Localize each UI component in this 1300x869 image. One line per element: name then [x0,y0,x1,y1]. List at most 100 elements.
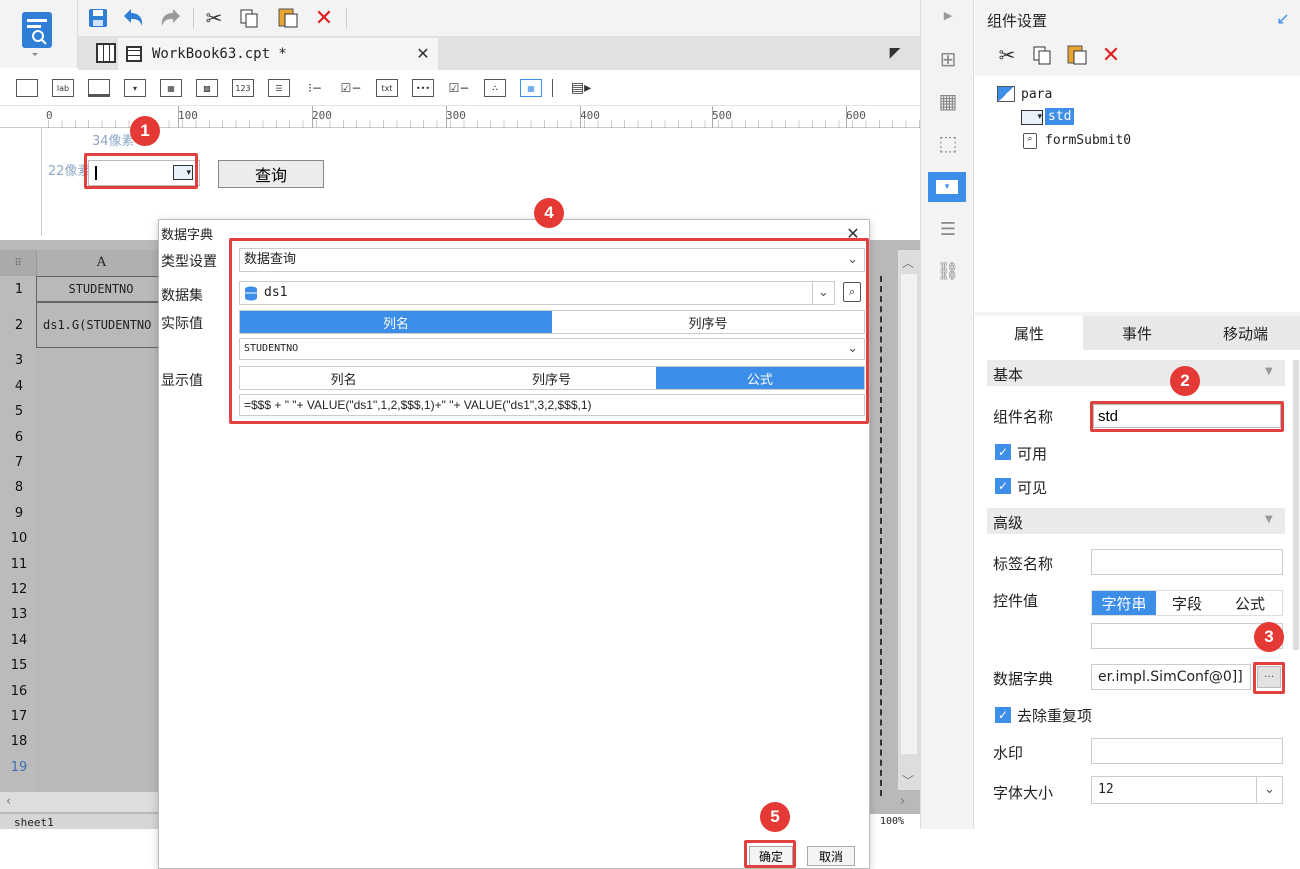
password-widget-icon[interactable]: ••• [412,79,434,97]
expand-arrow-icon[interactable]: ▶ [941,8,955,22]
tag-input[interactable] [1091,549,1283,575]
panel-copy-icon[interactable] [1031,44,1053,66]
row-number: 1 [14,282,24,297]
cv-tab-formula[interactable]: 公式 [1218,591,1282,615]
checkbox-widget-icon[interactable]: ☑− [448,79,470,97]
toolbar-divider [193,8,194,28]
panel-delete-icon[interactable]: ✕ [1099,42,1123,68]
redo-icon[interactable] [158,6,184,30]
highlight-combo [84,153,198,189]
label-widget-icon[interactable] [16,79,38,97]
zoom-level[interactable]: 100% [880,816,904,827]
dialog-title: 数据字典 [161,228,214,243]
section-basic[interactable]: 基本 ▼ [987,360,1285,386]
number-widget-icon[interactable]: 123 [232,79,254,97]
section-advanced[interactable]: 高级 ▼ [987,508,1285,534]
corner-cell[interactable]: ⠿ [0,250,36,276]
panel-cut-icon[interactable]: ✂ [995,42,1019,68]
highlight-dialog-settings [229,238,869,424]
table-tree-icon[interactable]: ▦ [520,79,542,97]
textarea-widget-icon[interactable]: ☰ [268,79,290,97]
component-tree: para ▾ std ⌕ formSubmit0 [975,76,1300,312]
para-icon [997,86,1015,102]
scroll-up-icon[interactable]: ︿ [902,254,914,271]
type-label: 类型设置 [161,254,217,270]
delete-icon[interactable]: ✕ [312,5,336,31]
text-widget-icon[interactable]: txt [376,79,398,97]
watermark-input[interactable] [1091,738,1283,764]
row-number: 19 [10,760,28,775]
close-tab-icon[interactable]: ✕ [414,44,432,63]
scroll-right-icon[interactable]: › [900,794,905,809]
checkbox-group-icon[interactable]: ☑− [340,79,362,97]
vertical-scrollbar[interactable]: ︿ ﹀ [898,250,920,790]
step-badge-2: 2 [1170,366,1200,396]
width-hint: 34像素 [92,134,135,149]
row-number: 5 [14,404,24,419]
paste-icon[interactable] [276,5,300,29]
combo-settings-icon[interactable]: ▾ [928,172,966,202]
row-number: 18 [10,734,28,749]
tab-properties[interactable]: 属性 [975,316,1083,350]
select-chevron-icon: ⌄ [1256,777,1282,803]
date-widget-icon[interactable]: ▦ [160,79,182,97]
collapse-panel-icon[interactable]: ↙ [1273,8,1293,28]
cut-icon[interactable]: ✂ [202,5,226,31]
section-advanced-title: 高级 [993,514,1024,532]
panel-paste-icon[interactable] [1065,42,1089,66]
save-icon[interactable] [86,6,110,30]
layout-icon[interactable]: ⊞ [936,47,960,71]
grid-view-icon[interactable] [96,43,116,63]
side-strip: ▶ [920,0,974,829]
tree-node-para[interactable]: para [1021,87,1052,102]
tab-mobile[interactable]: 移动端 [1191,316,1300,350]
button-widget-icon[interactable] [88,79,110,97]
cv-tab-string[interactable]: 字符串 [1092,591,1156,615]
widget-library-icon[interactable]: ▦ [936,89,960,113]
tree-node-formsubmit[interactable]: formSubmit0 [1045,133,1131,148]
undo-icon[interactable] [120,6,146,30]
dedupe-checkbox[interactable]: ✓ [995,707,1011,723]
query-button[interactable]: 查询 [218,160,324,188]
combo-widget-icon[interactable]: ▾ [124,79,146,97]
font-size-select[interactable]: 12 ⌄ [1091,776,1283,804]
ruler-mark: 100 [178,109,198,122]
tab-events[interactable]: 事件 [1083,316,1191,350]
visible-checkbox[interactable]: ✓ [995,478,1011,494]
list-settings-icon[interactable]: ☰ [936,218,960,240]
lab-widget-icon[interactable]: lab [52,79,74,97]
tab-menu-icon[interactable]: ◤ [886,44,904,62]
scroll-left-icon[interactable]: ‹ [6,794,11,809]
cancel-button[interactable]: 取消 [807,846,855,866]
scroll-down-icon[interactable]: ﹀ [902,772,914,789]
sheet-tab[interactable]: sheet1 [14,816,54,829]
tree-widget-icon[interactable]: ⛬ [484,79,506,97]
column-header-a[interactable]: A [36,250,166,276]
row-number: 4 [14,379,24,394]
more-widgets-icon[interactable]: ▤▸ [566,79,596,97]
document-tab[interactable]: WorkBook63.cpt * ✕ [118,38,438,70]
horizontal-scrollbar[interactable]: ‹ [0,792,160,812]
cell-a1[interactable]: STUDENTNO [36,276,166,302]
row-number: 16 [10,684,28,699]
dict-value: er.impl.SimConf@0]] [1091,664,1251,690]
report-logo-icon [22,12,52,56]
cv-tab-field[interactable]: 字段 [1156,591,1218,615]
watermark-label: 水印 [993,744,1024,762]
panel-scrollbar[interactable] [1293,360,1299,650]
calendar-widget-icon[interactable]: ▩ [196,79,218,97]
copy-icon[interactable] [238,7,260,29]
panel-title: 组件设置 [987,12,1048,30]
frame-icon[interactable]: ⬚ [936,131,960,155]
link-icon[interactable]: ⛓ [936,260,960,282]
radio-group-icon[interactable]: ⁝− [304,79,326,97]
chevron-down-icon: ▼ [1265,514,1273,525]
cpt-file-icon [126,46,142,62]
cell-a2[interactable]: ds1.G(STUDENTNO [36,302,166,348]
dedupe-label: 去除重复项 [1017,707,1093,725]
enabled-checkbox[interactable]: ✓ [995,444,1011,460]
app-logo[interactable] [0,0,78,68]
tree-node-std[interactable]: std [1045,108,1075,125]
scroll-thumb[interactable] [901,274,917,754]
highlight-name [1090,401,1284,432]
